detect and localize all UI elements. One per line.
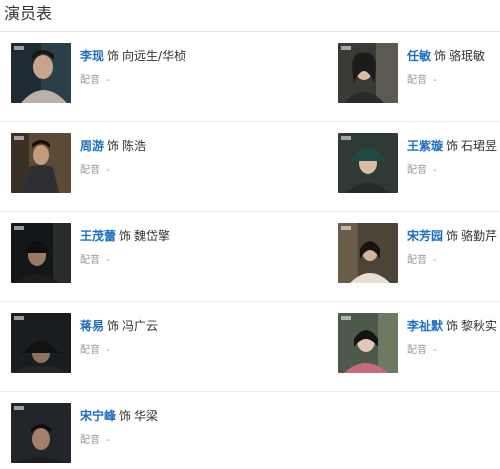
dub-label: 配音 [80, 165, 100, 176]
as-connector: 饰 [119, 229, 132, 243]
role-name: 华梁 [134, 409, 159, 423]
role-name: 陈浩 [122, 139, 147, 153]
dub-value: - [433, 165, 437, 176]
section-divider [0, 31, 500, 32]
actor-name-link[interactable]: 任敏 [407, 49, 431, 63]
role-name: 骆勤芹 [461, 229, 498, 243]
actor-name-link[interactable]: 宋芳园 [407, 229, 443, 243]
as-connector: 饰 [446, 229, 459, 243]
actor-photo[interactable] [11, 133, 71, 193]
role-name: 黎秋实 [461, 319, 498, 333]
row-divider [0, 121, 500, 122]
actor-photo[interactable] [338, 133, 398, 193]
dub-value: - [106, 165, 110, 176]
dub-label: 配音 [80, 75, 100, 86]
row-divider [0, 301, 500, 302]
as-connector: 饰 [434, 49, 447, 63]
dub-value: - [106, 255, 110, 266]
dub-label: 配音 [407, 165, 427, 176]
dub-value: - [106, 75, 110, 86]
as-connector: 饰 [446, 319, 459, 333]
dub-label: 配音 [407, 255, 427, 266]
as-connector: 饰 [107, 49, 120, 63]
row-divider [0, 391, 500, 392]
role-name: 石珺昱 [461, 139, 498, 153]
actor-name-link[interactable]: 李祉默 [407, 319, 443, 333]
actor-name-link[interactable]: 周游 [80, 139, 104, 153]
role-name: 魏岱擎 [134, 229, 171, 243]
actor-photo[interactable] [11, 223, 71, 283]
dub-value: - [106, 435, 110, 446]
section-title: 演员表 [4, 4, 53, 23]
actor-name-link[interactable]: 王茂蕾 [80, 229, 116, 243]
actor-photo[interactable] [11, 403, 71, 463]
dub-label: 配音 [407, 75, 427, 86]
dub-value: - [106, 345, 110, 356]
role-name: 骆珉敏 [449, 49, 486, 63]
as-connector: 饰 [107, 319, 120, 333]
dub-label: 配音 [80, 255, 100, 266]
row-divider [0, 211, 500, 212]
dub-value: - [433, 255, 437, 266]
dub-label: 配音 [407, 345, 427, 356]
role-name: 冯广云 [122, 319, 159, 333]
actor-photo[interactable] [338, 313, 398, 373]
as-connector: 饰 [446, 139, 459, 153]
dub-label: 配音 [80, 435, 100, 446]
actor-photo[interactable] [11, 313, 71, 373]
actor-name-link[interactable]: 蒋易 [80, 319, 104, 333]
actor-name-link[interactable]: 王紫璇 [407, 139, 443, 153]
dub-value: - [433, 75, 437, 86]
dub-label: 配音 [80, 345, 100, 356]
role-name: 向远生/华桢 [122, 49, 187, 63]
actor-name-link[interactable]: 宋宁峰 [80, 409, 116, 423]
actor-photo[interactable] [338, 43, 398, 103]
dub-value: - [433, 345, 437, 356]
as-connector: 饰 [107, 139, 120, 153]
as-connector: 饰 [119, 409, 132, 423]
actor-photo[interactable] [11, 43, 71, 103]
actor-photo[interactable] [338, 223, 398, 283]
actor-name-link[interactable]: 李现 [80, 49, 104, 63]
